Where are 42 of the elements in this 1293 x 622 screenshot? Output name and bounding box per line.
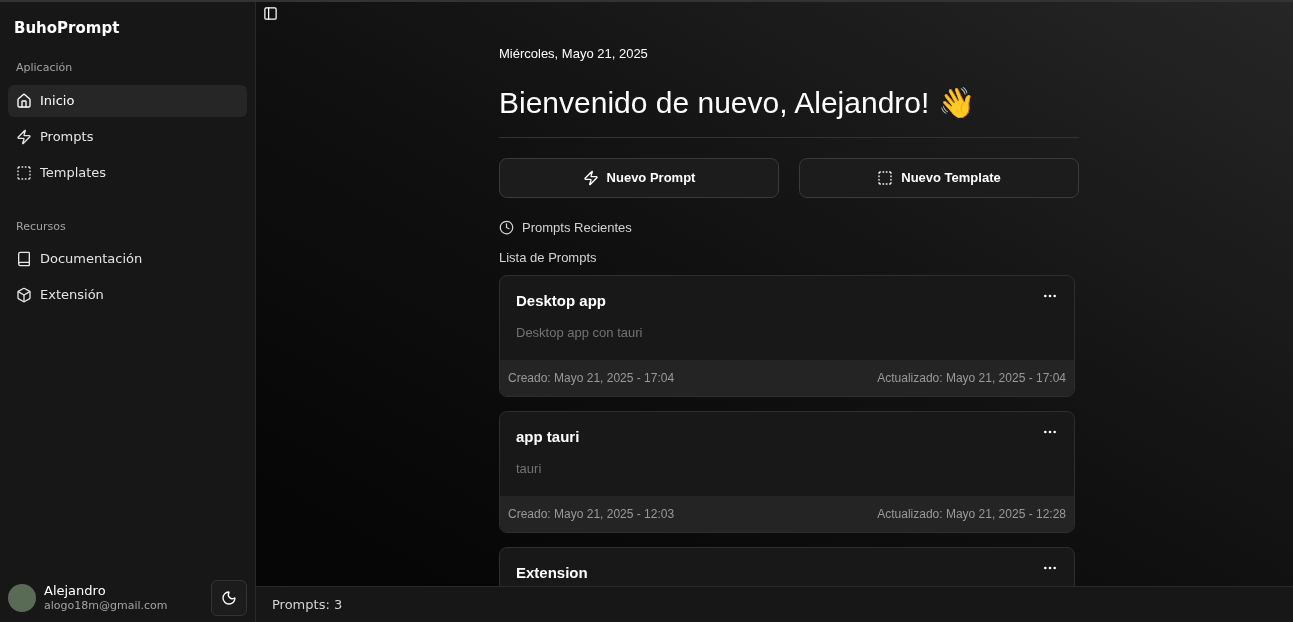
prompt-count: Prompts: 3 [272, 595, 343, 614]
created-date: Creado: Mayo 21, 2025 - 17:04 [508, 370, 675, 387]
avatar [8, 584, 36, 612]
nav-item[interactable]: Extensión [8, 279, 247, 311]
prompt-title: app tauri [516, 427, 581, 447]
current-date: Miércoles, Mayo 21, 2025 [499, 45, 649, 63]
section-title: Prompts Recientes [522, 219, 632, 237]
group-label: Recursos [15, 218, 67, 235]
app-brand: BuhoPrompt [14, 19, 120, 37]
dashed-square-icon [16, 164, 32, 181]
nav-item[interactable]: Inicio [8, 84, 247, 117]
book-icon [16, 251, 32, 267]
action-button[interactable]: Nuevo Template [799, 158, 1079, 198]
prompt-card[interactable]: Desktop app Desktop app con tauri Creado: Mayo 21, 2025 - 17:04 Actualizado: Mayo 21, 2025 - 17:04 [499, 275, 1075, 397]
theme-toggle-button[interactable] [211, 580, 247, 616]
cube-icon [16, 287, 32, 303]
created-date: Creado: Mayo 21, 2025 - 12:03 [508, 506, 675, 523]
nav-item[interactable]: Prompts [8, 120, 247, 153]
action-button[interactable]: Nuevo Prompt [499, 158, 779, 198]
prompt-title: Extension [516, 563, 589, 583]
nav-item[interactable]: Templates [8, 156, 247, 189]
nav-item[interactable]: Documentación [8, 243, 247, 275]
prompt-title: Desktop app [516, 291, 607, 311]
group-label: Aplicación [15, 60, 74, 76]
updated-date: Actualizado: Mayo 21, 2025 - 17:04 [877, 370, 1066, 387]
clock-icon [499, 220, 514, 236]
dashed-square-icon [877, 170, 894, 186]
user-name: Alejandro [44, 583, 107, 600]
prompt-card[interactable]: Extension [499, 547, 1075, 586]
user-email: alogo18m@gmail.com [44, 599, 169, 613]
prompt-description: Desktop app con tauri [516, 323, 644, 342]
home-icon [16, 92, 32, 109]
updated-date: Actualizado: Mayo 21, 2025 - 12:28 [877, 506, 1066, 523]
list-title: Lista de Prompts [499, 248, 598, 267]
sidebar-toggle-button[interactable] [263, 6, 278, 21]
lightning-icon [582, 170, 599, 186]
welcome-heading: Bienvenido de nuevo, Alejandro! 👋 [499, 84, 976, 121]
lightning-icon [16, 128, 32, 145]
panel-icon [263, 6, 278, 21]
prompt-description: tauri [516, 459, 543, 478]
moon-icon [221, 590, 237, 606]
prompt-card[interactable]: app tauri tauri Creado: Mayo 21, 2025 - 12:03 Actualizado: Mayo 21, 2025 - 12:28 [499, 411, 1075, 533]
